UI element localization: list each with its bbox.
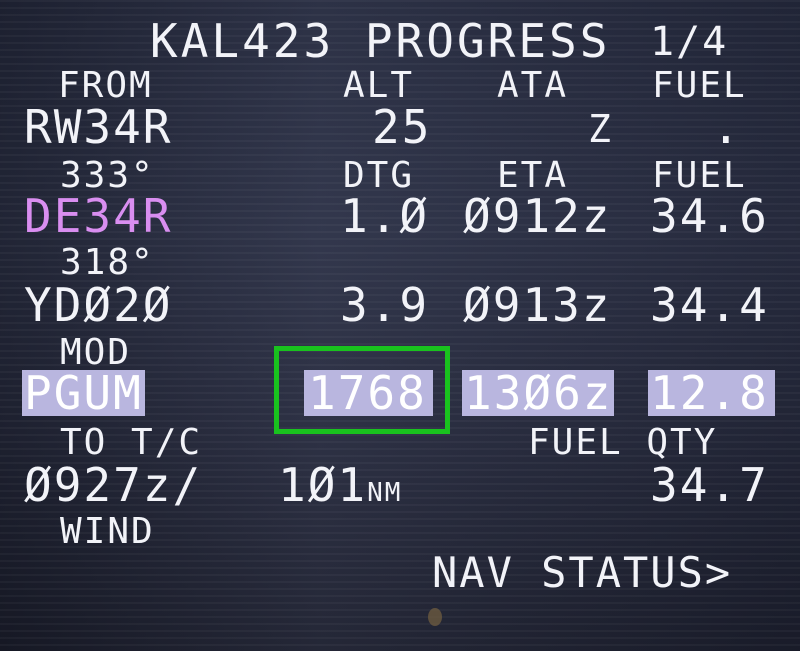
active-waypoint-fuel: 34.6 — [650, 189, 769, 243]
from-fuel: . — [712, 100, 742, 154]
next-waypoint-name[interactable]: YDØ2Ø — [24, 282, 172, 328]
from-ata: Z — [588, 107, 613, 151]
page-number: 1/4 — [650, 19, 729, 65]
page-title: KAL423 PROGRESS — [150, 14, 611, 68]
to-tc-distance: 1Ø1NM — [278, 462, 402, 508]
dest-name[interactable]: PGUM — [22, 370, 145, 416]
fuel-header-1: FUEL — [652, 65, 747, 106]
to-tc-distance-unit: NM — [367, 478, 403, 508]
to-tc-time: Ø927z/ — [24, 458, 203, 512]
course-2: 318° — [60, 242, 155, 283]
from-waypoint[interactable]: RW34R — [24, 104, 172, 150]
dest-eta[interactable]: 13Ø6z — [462, 370, 615, 416]
active-waypoint-name[interactable]: DE34R — [24, 193, 172, 239]
to-tc-distance-value: 1Ø1 — [278, 458, 368, 512]
from-alt: 25 — [372, 100, 432, 154]
nav-status-button[interactable]: NAV STATUS> — [432, 552, 732, 594]
highlight-annotation-box — [274, 346, 450, 434]
alt-header: ALT — [343, 65, 415, 106]
screen-smudge — [428, 608, 442, 626]
next-waypoint-eta: Ø913z — [463, 278, 612, 332]
to-tc-label: TO T/C — [60, 422, 203, 463]
dest-fuel[interactable]: 12.8 — [648, 370, 775, 416]
active-waypoint-eta: Ø912z — [463, 189, 612, 243]
fuel-qty-value: 34.7 — [650, 458, 769, 512]
next-waypoint-dtg: 3.9 — [340, 278, 430, 332]
next-waypoint-fuel: 34.4 — [650, 278, 769, 332]
cdu-screen: KAL423 PROGRESS 1/4 FROM ALT ATA FUEL RW… — [0, 0, 800, 651]
ata-header: ATA — [497, 65, 569, 106]
fuel-qty-label: FUEL QTY — [528, 422, 718, 463]
from-label: FROM — [58, 65, 153, 106]
wind-label: WIND — [60, 511, 155, 552]
active-waypoint-dtg: 1.Ø — [340, 189, 430, 243]
